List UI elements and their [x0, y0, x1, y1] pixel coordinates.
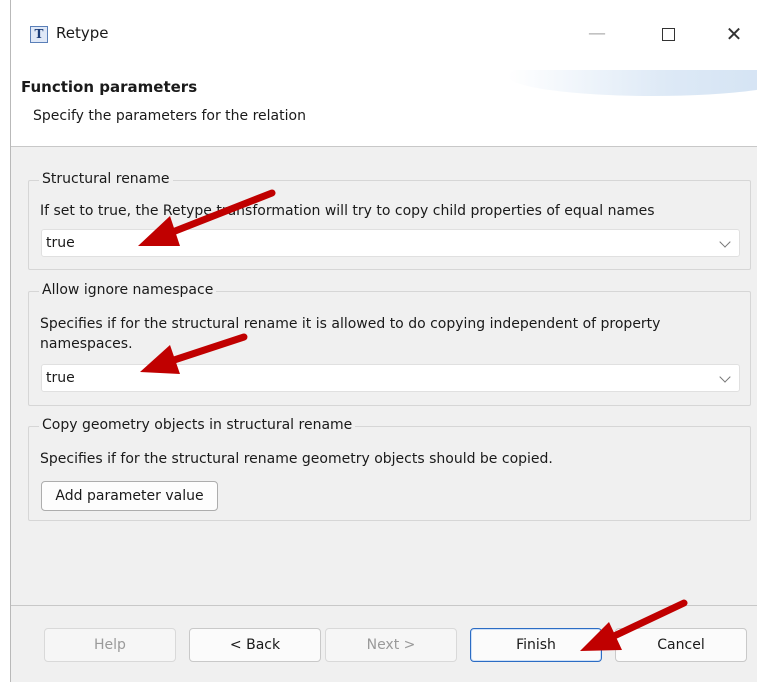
page-subtitle: Specify the parameters for the relation — [33, 108, 306, 124]
select-value: true — [46, 370, 75, 386]
minimize-button[interactable]: — — [574, 16, 620, 52]
group-title: Structural rename — [39, 171, 173, 187]
group-description: If set to true, the Retype transformatio… — [40, 203, 655, 219]
banner-decoration — [508, 70, 757, 96]
group-description-line2: namespaces. — [40, 336, 133, 352]
add-parameter-value-button[interactable]: Add parameter value — [41, 481, 218, 511]
chevron-down-icon — [719, 371, 731, 383]
next-button[interactable]: Next > — [325, 628, 457, 662]
group-title: Allow ignore namespace — [39, 282, 217, 298]
group-description-line1: Specifies if for the structural rename i… — [40, 316, 661, 332]
select-value: true — [46, 235, 75, 251]
group-copy-geometry-objects: Copy geometry objects in structural rena… — [28, 417, 751, 521]
title-bar: T Retype — ✕ — [11, 0, 757, 70]
finish-button[interactable]: Finish — [470, 628, 602, 662]
cancel-button[interactable]: Cancel — [615, 628, 747, 662]
app-icon: T — [30, 26, 48, 43]
allow-ignore-namespace-select[interactable]: true — [41, 364, 740, 392]
back-button[interactable]: < Back — [189, 628, 321, 662]
page-title: Function parameters — [21, 78, 198, 96]
group-structural-rename: Structural rename If set to true, the Re… — [28, 171, 751, 270]
chevron-down-icon — [719, 236, 731, 248]
window-title: Retype — [56, 24, 109, 42]
close-button[interactable]: ✕ — [711, 16, 757, 52]
help-button[interactable]: Help — [44, 628, 176, 662]
structural-rename-select[interactable]: true — [41, 229, 740, 257]
header-banner: Function parameters Specify the paramete… — [11, 70, 757, 147]
maximize-icon — [661, 27, 675, 41]
group-allow-ignore-namespace: Allow ignore namespace Specifies if for … — [28, 282, 751, 406]
group-title: Copy geometry objects in structural rena… — [39, 417, 356, 433]
footer-separator — [11, 605, 757, 606]
maximize-button[interactable] — [645, 16, 691, 52]
retype-dialog: T Retype — ✕ Function parameters Specify… — [10, 0, 757, 682]
group-description: Specifies if for the structural rename g… — [40, 451, 553, 467]
